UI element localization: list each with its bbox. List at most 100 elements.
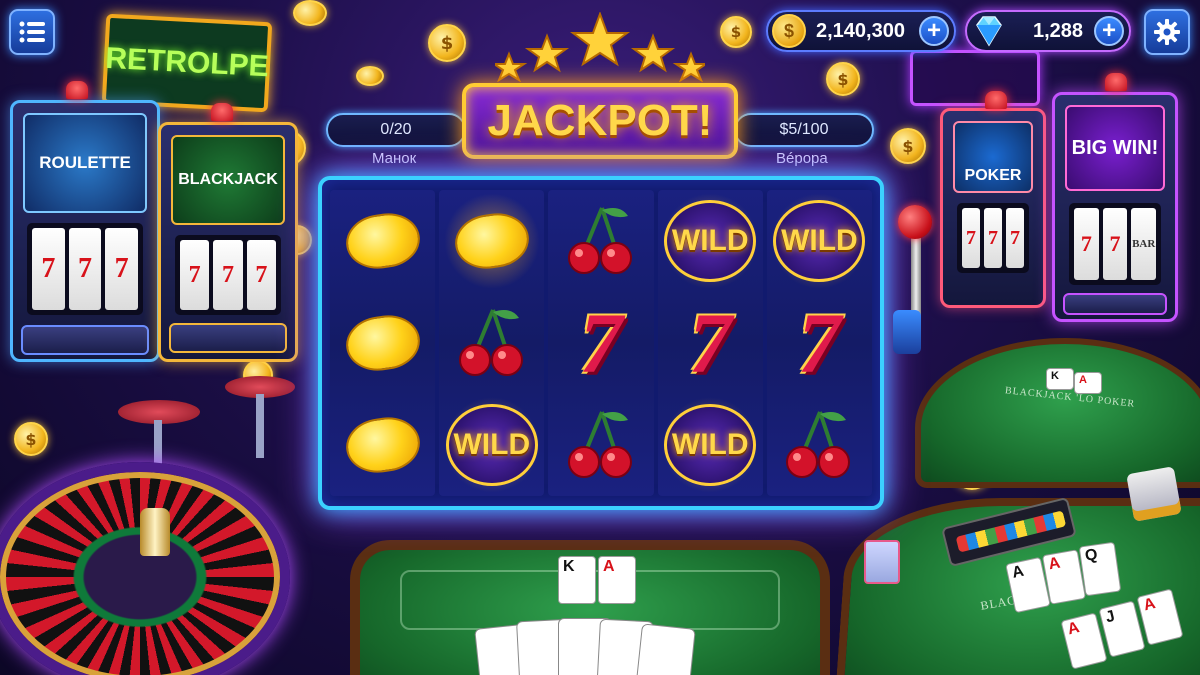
coin-balance-value: 2,140,300 (816, 19, 905, 42)
machine-reels: 7 7 BAR (1069, 203, 1161, 285)
wild-symbol: WILD (445, 404, 538, 486)
floating-coin-icon: $ (720, 16, 752, 48)
lemon-icon (451, 209, 533, 273)
dealer-card: K (558, 556, 596, 604)
jackpot-title: JACKPOT! (487, 96, 713, 145)
blackjack-machine-header: BLACKJACK (171, 135, 285, 225)
beacon-light-icon (985, 91, 1007, 109)
machine-reels: 7 7 7 (957, 203, 1029, 273)
beacon-light-icon (211, 103, 233, 121)
gem-balance: 1,288 + (965, 10, 1131, 52)
cherry-icon (568, 207, 632, 274)
reel-symbol-lemon (335, 295, 431, 391)
reel-column: WILD 7 (766, 190, 873, 496)
bar-stool-leg (256, 394, 264, 458)
table-card: Q (1078, 541, 1122, 597)
add-gems-button[interactable]: + (1094, 16, 1124, 46)
add-coins-button[interactable]: + (919, 16, 949, 46)
wild-symbol: WILD (773, 200, 866, 282)
reel-symbol-lemon (335, 193, 431, 289)
seven-symbol: 7 (688, 295, 732, 391)
machine-reels: 7 7 7 (27, 223, 143, 315)
lever-base (893, 310, 921, 354)
cherry-icon (458, 309, 523, 376)
reel-symbol-cherry (771, 397, 867, 493)
poker-label: POKER (964, 167, 1022, 184)
gear-icon (1154, 19, 1180, 45)
poker-slot-machine[interactable]: POKER 7 7 7 (940, 91, 1046, 308)
cherry-icon (568, 411, 632, 478)
card-deck (864, 540, 900, 584)
lemon-icon (342, 311, 423, 375)
right-progress-label: Вépopa (776, 150, 828, 167)
wild-symbol: WILD (664, 404, 757, 486)
wild-symbol: WILD (664, 200, 757, 282)
machine-button-panel[interactable] (169, 323, 287, 353)
reel-symbol-cherry (553, 397, 649, 493)
coin-balance: $ 2,140,300 + (766, 10, 956, 52)
machine-button-panel[interactable] (21, 325, 149, 355)
roulette-spindle-icon (140, 508, 170, 556)
right-blackjack-table[interactable] (915, 338, 1200, 488)
roulette-machine-header: ROULETTE (23, 113, 147, 213)
lemon-icon (342, 413, 423, 477)
poker-machine-header: POKER (953, 121, 1033, 193)
reel-symbol-wild: WILD (443, 397, 540, 493)
neon-decor-sign (910, 50, 1040, 106)
big-win-machine-header: BIG WIN! (1065, 105, 1165, 191)
floating-coin-icon: $ (428, 24, 466, 62)
floating-coin-icon (293, 0, 327, 26)
gem-balance-value: 1,288 (1033, 19, 1084, 42)
roulette-label: ROULETTE (39, 153, 131, 172)
table-card: A (1074, 372, 1102, 394)
dealer-card: A (598, 556, 636, 604)
reel-symbol-lemon (335, 397, 431, 493)
right-progress-counter: $5/100 (734, 113, 874, 147)
reel-symbol-seven: 7 (771, 295, 867, 391)
machine-button-panel[interactable] (1063, 293, 1167, 315)
left-progress-counter: 0/20 (326, 113, 466, 147)
big-win-slot-machine[interactable]: BIG WIN! 7 7 BAR (1052, 73, 1178, 322)
seven-symbol: 7 (797, 295, 841, 391)
table-card: K (1046, 368, 1074, 390)
roulette-wheel[interactable] (0, 462, 290, 675)
card-shoe (1126, 466, 1182, 522)
roulette-slot-machine[interactable]: ROULETTE 7 7 7 (10, 81, 160, 362)
coin-icon: $ (772, 14, 806, 48)
reel-column: WILD 7 WILD (657, 190, 763, 496)
retrolpe-neon-sign: RETROLPE (101, 13, 273, 113)
settings-button[interactable] (1144, 9, 1190, 55)
reel-symbol-cherry (553, 193, 649, 289)
reel-column (330, 190, 436, 496)
reel-symbol-wild: WILD (771, 193, 868, 289)
left-progress-label: Манок (372, 150, 417, 167)
beacon-light-icon (66, 81, 88, 99)
floating-coin-icon (356, 66, 384, 86)
machine-reels: 7 7 7 (175, 235, 281, 315)
jackpot-stars-icon (495, 12, 705, 82)
floating-coin-icon: $ (826, 62, 860, 96)
reel-symbol-wild: WILD (662, 193, 759, 289)
blackjack-label: BLACKJACK (178, 171, 278, 188)
lemon-icon (342, 209, 423, 273)
floating-coin-icon: $ (14, 422, 48, 456)
menu-button[interactable] (9, 9, 55, 55)
hamburger-menu-icon (19, 21, 45, 43)
cherry-icon (786, 411, 851, 478)
reel-symbol-wild: WILD (662, 397, 759, 493)
reel-symbol-cherry (444, 295, 540, 391)
floating-coin-icon: $ (890, 128, 926, 164)
blackjack-slot-machine[interactable]: BLACKJACK 7 7 7 (158, 103, 298, 362)
diamond-icon (976, 16, 1002, 47)
spin-lever-knob[interactable] (898, 205, 932, 239)
reel-column: WILD (439, 190, 545, 496)
reel-column: 7 (548, 190, 654, 496)
player-card[interactable]: A ♥ (634, 623, 696, 675)
reel-symbol-seven: 7 (553, 295, 649, 391)
big-win-label: BIG WIN! (1071, 136, 1159, 159)
beacon-light-icon (1105, 73, 1127, 91)
seven-symbol: 7 (579, 295, 623, 391)
slot-reel-grid[interactable]: WILD 7 WILD 7 WILD WILD 7 (318, 176, 884, 510)
retrolpe-sign-text: RETROLPE (104, 41, 270, 84)
jackpot-banner: JACKPOT! (462, 83, 738, 159)
